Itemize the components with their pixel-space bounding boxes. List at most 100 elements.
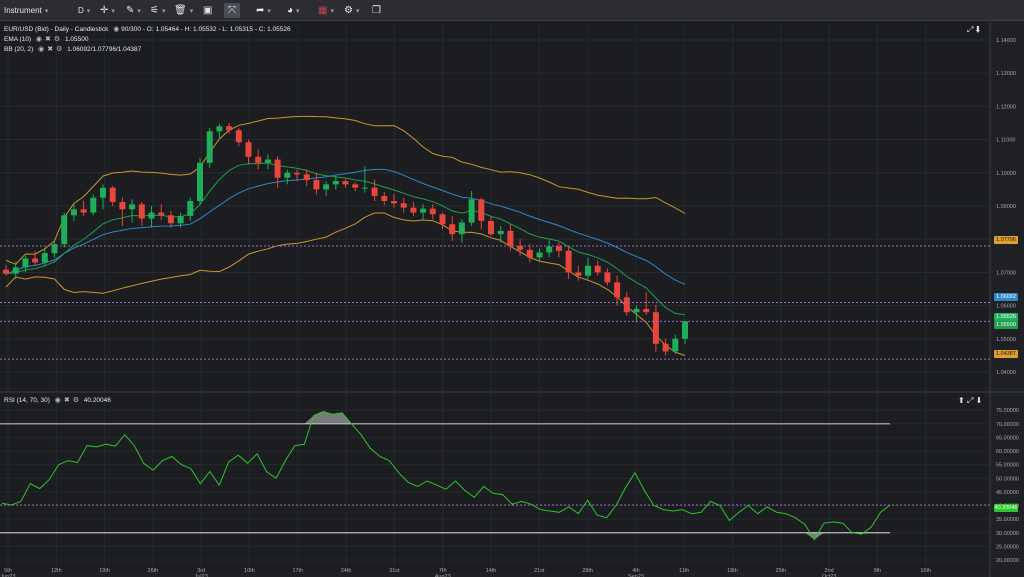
pattern-tool-button[interactable]: ⚟ ▾ [150,3,165,18]
candle-body [206,131,213,163]
zigzag-icon: ⚟ [150,5,159,16]
rsi-legend: RSI (14, 70, 30) ◉ ✖ ⚙ 40.20046 [4,396,111,405]
time-tick-label: 11th [679,568,689,574]
candle-body [342,181,349,185]
candle-body [129,204,136,210]
ema-legend: EMA (10) ◉ ✖ ⚙ 1.05500 [4,35,88,44]
panel-layout-button[interactable]: ▣ [200,3,215,18]
timeframe-dropdown[interactable]: D ▾ [78,3,90,18]
rsi-panel-controls: ⬆ ⤢ ⬇ [958,396,982,406]
candle-body [303,174,310,181]
candle-body [662,343,669,352]
chevron-down-icon: ▾ [267,8,271,15]
candle-body [216,126,223,132]
candle-body [682,321,688,339]
rsi-value-tag: 40.20046 [994,504,1018,512]
instrument-label: Instrument [4,6,42,15]
candle-body [119,201,126,210]
settings-button[interactable]: ⚙ ▾ [344,3,359,18]
rsi-tick-label: 65.00000 [996,435,1019,441]
time-tick-label: 21st [534,568,545,574]
draw-tool-button[interactable]: ✎ ▾ [126,3,141,18]
rsi-tick-label: 55.00000 [996,463,1019,469]
main-legend: EUR/USD (Bid) - Daily - Candlestick ◉ 90… [4,26,291,33]
gear-icon[interactable]: ⚙ [56,46,62,53]
flag-icon: ▦ [318,5,328,16]
chart-title: EUR/USD (Bid) - Daily - Candlestick [4,26,109,33]
ema-price-tag: 1.05500 [994,321,1018,329]
arrow-up-icon[interactable]: ⬆ [958,396,965,405]
pen-icon: ✎ [126,5,135,16]
candle-body [274,159,281,178]
detach-window-button[interactable]: ❐ [372,3,381,18]
crosshair-icon: ✛ [100,5,109,16]
candle-body [381,196,388,201]
candle-body [12,267,19,274]
candle-body [187,201,194,216]
candle-body [148,212,155,219]
settings-icon: ⚙ [344,5,353,16]
ema-label: EMA (10) [4,36,32,43]
time-tick-label: 16th [920,568,931,574]
chevron-down-icon: ▾ [161,8,166,15]
eye-icon[interactable]: ◉ [36,36,42,43]
price-tick-label: 1.07000 [996,270,1016,276]
close-icon[interactable]: ✖ [45,36,51,43]
candle-body [410,207,417,213]
eye-icon[interactable]: ◉ [113,26,119,33]
candle-body [264,159,271,163]
share-button[interactable]: ➦ ▾ [256,3,271,18]
candle-body [255,156,262,163]
chevron-down-icon: ▾ [189,8,194,15]
arrow-down-icon[interactable]: ⬇ [976,25,981,34]
bars-count: 90/300 [121,26,142,33]
crosshair-tool-button[interactable]: ✛ ▾ [100,3,115,18]
chevron-down-icon: ▾ [355,8,360,15]
price-tick-label: 1.14000 [996,38,1016,44]
candle-body [420,208,427,213]
candle-body [323,184,330,190]
instrument-dropdown[interactable]: Instrument ▾ [4,3,48,18]
candle-body [604,272,611,283]
expand-icon[interactable]: ⤢ [967,396,973,405]
candle-body [526,249,533,258]
close-icon[interactable]: ✖ [64,397,70,404]
price-tick-label: 1.12000 [996,104,1016,110]
chart-area[interactable]: 1.14000 1.13000 1.12000 1.11000 1.10000 1.090… [0,22,1024,577]
price-tick-label: 1.11000 [996,138,1015,144]
gear-icon[interactable]: ⚙ [73,397,79,404]
arrow-down-icon[interactable]: ⬇ [976,396,983,405]
candle-body [400,203,407,208]
expand-icon[interactable]: ⤢ [967,25,973,34]
chevron-down-icon: ▾ [44,8,49,15]
candle-body [652,312,659,344]
candle-body [555,246,562,251]
candle-body [497,230,504,235]
rsi-tick-label: 20.00000 [996,558,1019,564]
candle-body [70,209,77,216]
candle-body [197,162,203,201]
time-tick-label: 18th [727,568,738,574]
rsi-tick-label: 70.00000 [996,422,1019,428]
gear-icon[interactable]: ⚙ [54,36,60,43]
candle-body [61,215,68,245]
panel-icon: ▣ [203,5,213,16]
rsi-panel-bg [0,388,990,572]
candle-body [80,209,87,213]
theme-button[interactable]: ◕ ▾ [287,3,300,18]
window-icon: ❐ [372,5,381,16]
close-icon[interactable]: ✖ [47,46,53,53]
eye-icon[interactable]: ◉ [55,397,61,404]
rsi-tick-label: 45.00000 [996,490,1019,496]
candle-body [585,265,591,276]
share-icon: ➦ [256,5,265,16]
delete-drawings-button[interactable]: 🗑 ▾ [174,3,193,18]
bb-legend: BB (20, 2) ◉ ✖ ⚙ 1.06092/1.07796/1.04387 [4,45,141,54]
language-button[interactable]: ▦ ▾ [318,3,334,18]
eye-icon[interactable]: ◉ [38,46,44,53]
palette-icon: ◕ [287,5,294,16]
rsi-label: RSI (14, 70, 30) [4,397,50,404]
candle-body [536,252,543,258]
candle-body [488,220,494,235]
fullscreen-button[interactable]: ⤧ [224,3,240,18]
